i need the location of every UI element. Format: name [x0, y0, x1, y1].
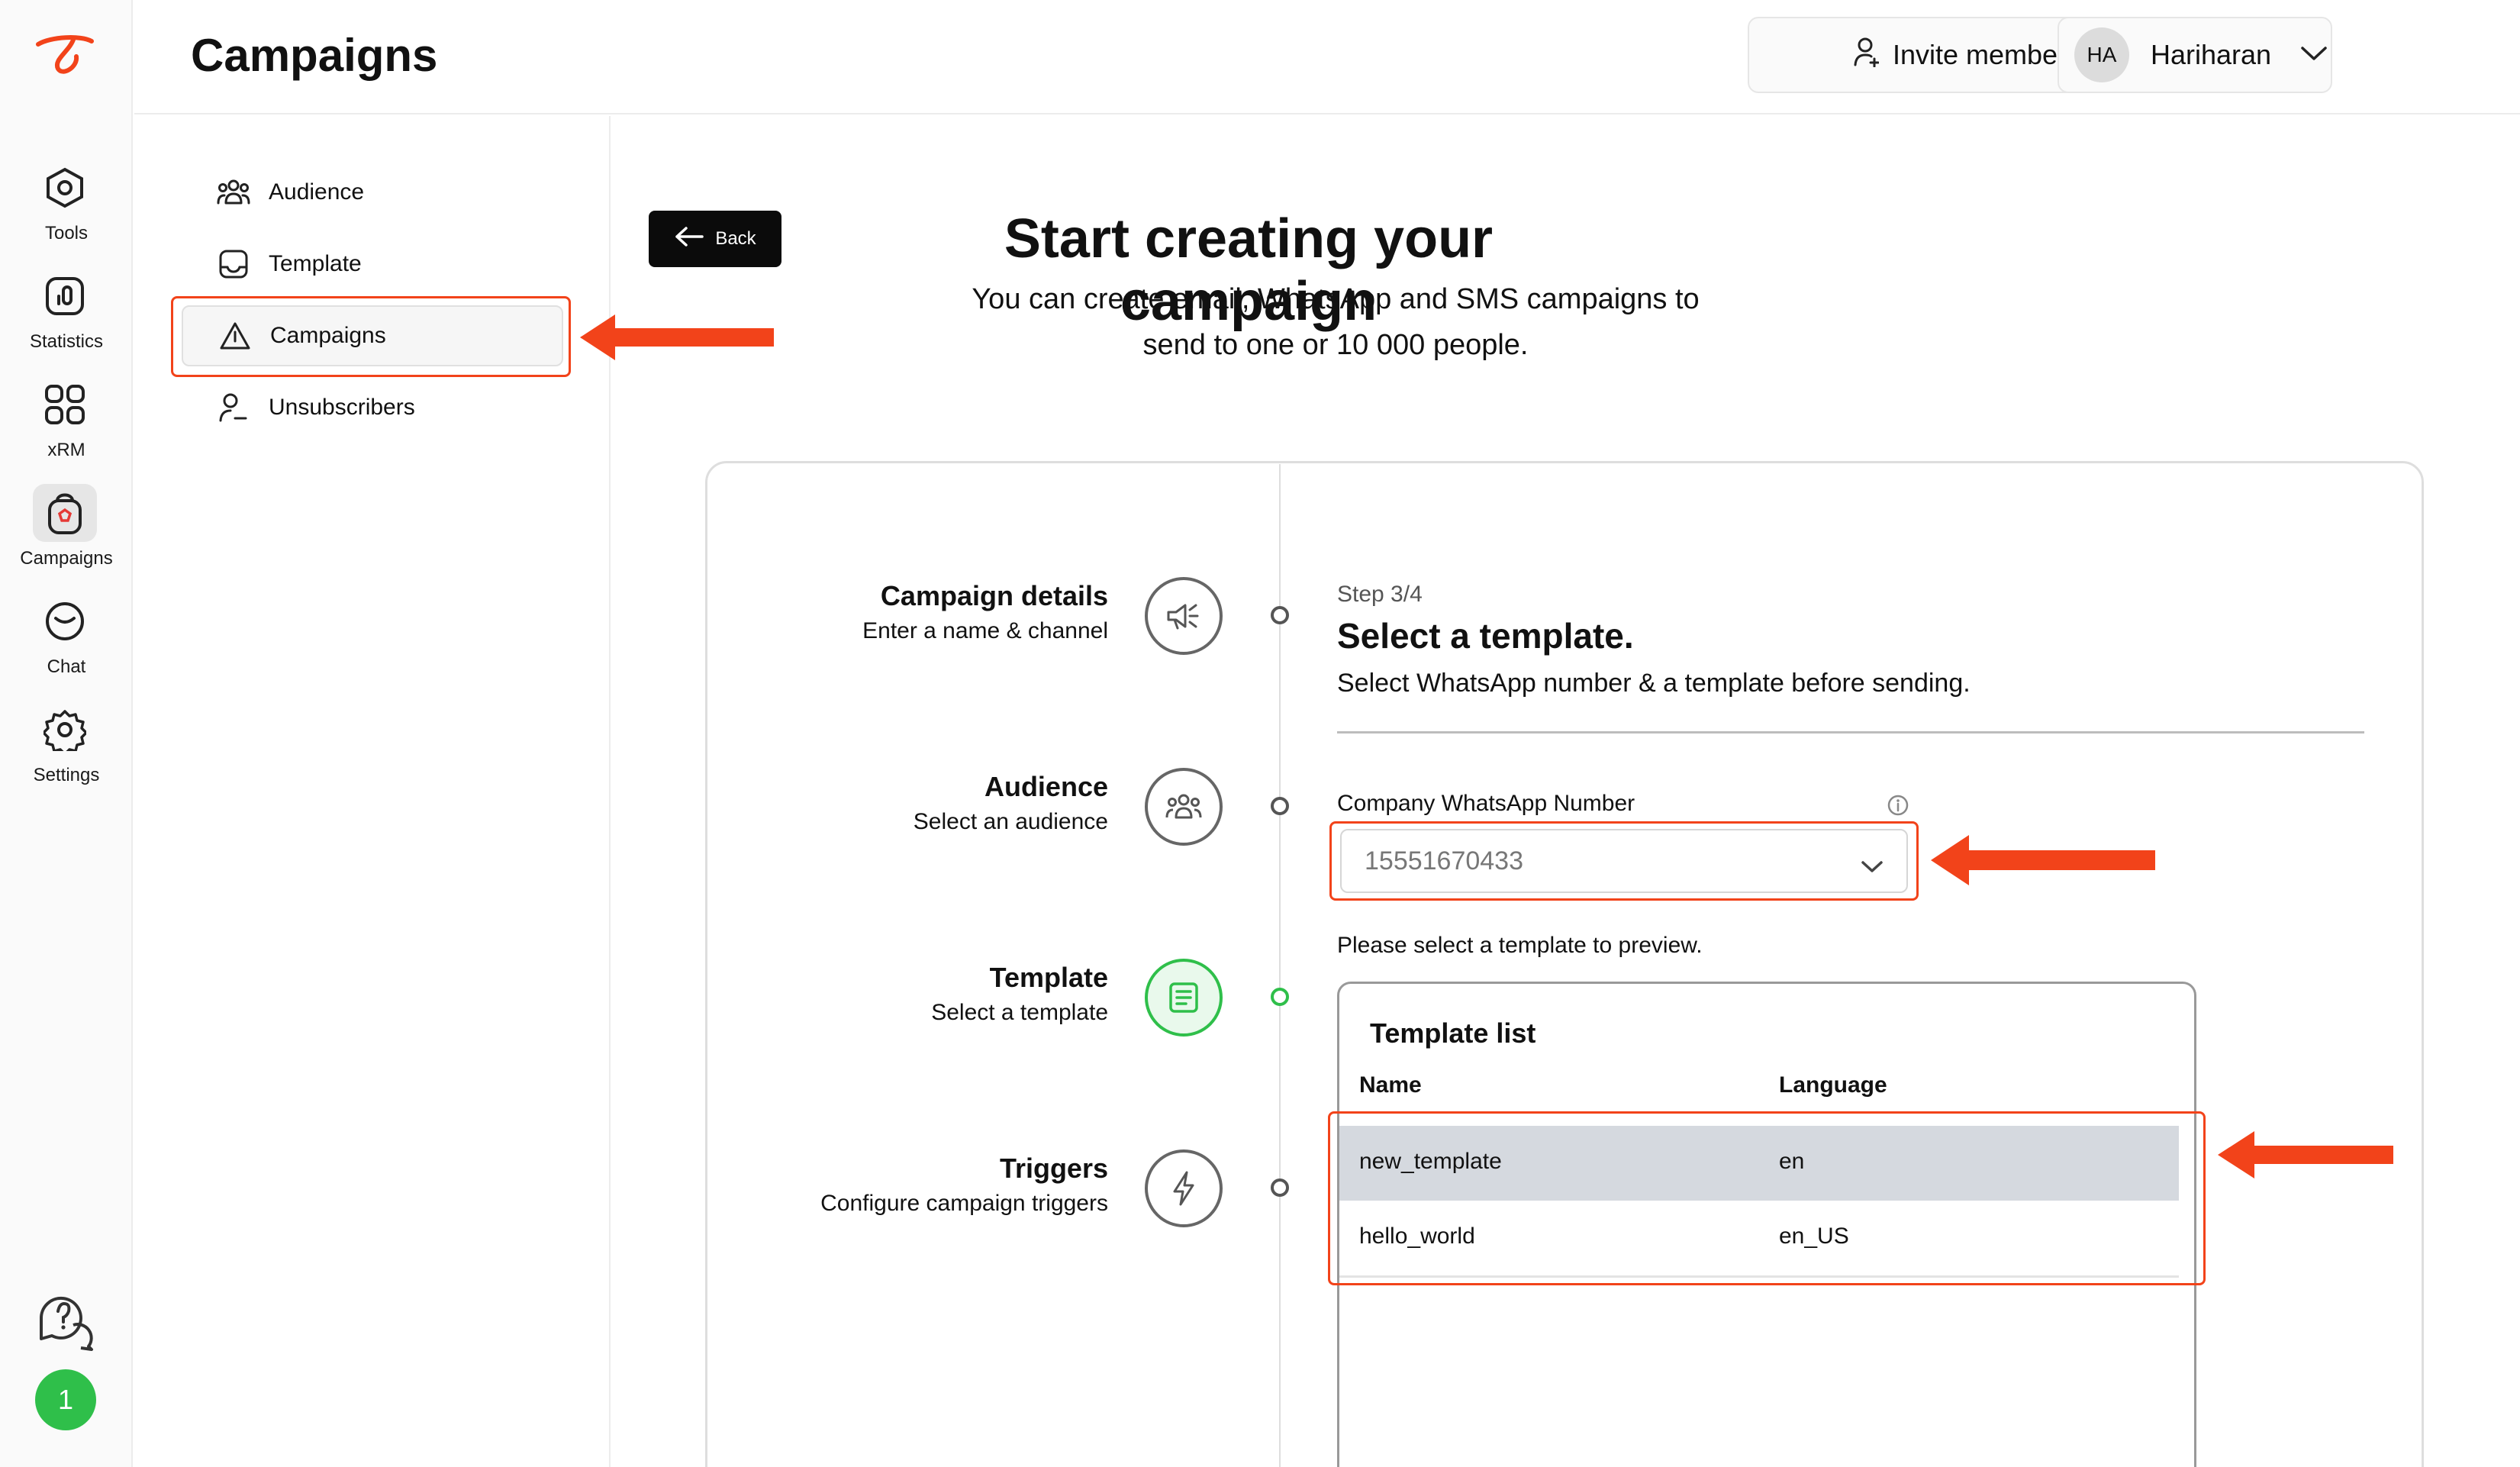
- form-title: Select a template.: [1337, 616, 1634, 656]
- invite-member-label: Invite member: [1892, 39, 2067, 70]
- step-campaign-details[interactable]: Campaign details Enter a name & channel: [862, 580, 1108, 644]
- rail-item-label: Settings: [33, 765, 100, 785]
- chart-icon: [33, 267, 97, 325]
- users-icon: [217, 176, 250, 209]
- step-template[interactable]: Template Select a template: [931, 962, 1108, 1026]
- inbox-icon: [217, 247, 250, 281]
- step-title: Campaign details: [880, 580, 1108, 611]
- step-description: Enter a name & channel: [862, 618, 1108, 643]
- annotation-highlight-number: [1329, 821, 1919, 901]
- subnav-item-label: Audience: [269, 179, 365, 205]
- rail-item-label: Campaigns: [20, 548, 113, 569]
- subnav-item-template[interactable]: Template: [217, 234, 598, 295]
- back-label: Back: [715, 228, 756, 249]
- hexagon-icon: [33, 159, 97, 217]
- preview-hint: Please select a template to preview.: [1337, 933, 1703, 958]
- annotation-highlight-campaigns: [171, 296, 571, 377]
- rail-item-tools[interactable]: Tools: [0, 148, 133, 247]
- subnav-item-audience[interactable]: Audience: [217, 162, 598, 223]
- hero-subtitle-line: You can create email, WhatsApp and SMS c…: [972, 283, 1700, 315]
- rail-item-chat[interactable]: Chat: [0, 582, 133, 681]
- whatsapp-number-label: Company WhatsApp Number: [1337, 791, 1635, 816]
- step-description: Select a template: [931, 1000, 1108, 1025]
- subnav-item-label: Unsubscribers: [269, 395, 415, 420]
- gear-icon: [33, 701, 97, 759]
- rail-item-label: Chat: [47, 656, 86, 677]
- notification-badge[interactable]: 1: [35, 1369, 96, 1430]
- rail-item-label: Tools: [44, 223, 89, 243]
- hero-subtitle-line: send to one or 10 000 people.: [1142, 329, 1529, 361]
- rail-item-settings[interactable]: Settings: [0, 690, 133, 789]
- annotation-highlight-templates: [1328, 1111, 2206, 1285]
- chevron-down-icon: [2300, 45, 2328, 66]
- form-divider: [1337, 731, 2364, 734]
- brand-logo[interactable]: [35, 34, 96, 76]
- annotation-arrow-icon: [1931, 835, 2155, 885]
- arrow-left-icon: [674, 226, 704, 253]
- back-button[interactable]: Back: [649, 211, 781, 267]
- megaphone-icon: [1145, 577, 1223, 655]
- step-triggers[interactable]: Triggers Configure campaign triggers: [820, 1153, 1108, 1217]
- subnav-item-unsubscribers[interactable]: Unsubscribers: [217, 377, 598, 438]
- form-subtitle: Select WhatsApp number & a template befo…: [1337, 669, 1971, 698]
- step-title: Triggers: [999, 1153, 1108, 1184]
- step-dot: [1271, 1178, 1289, 1197]
- column-header-name: Name: [1359, 1072, 1422, 1098]
- campaign-bag-icon: [33, 484, 97, 542]
- step-dot: [1271, 797, 1289, 815]
- help-icon[interactable]: [35, 1291, 96, 1353]
- main-rail: Tools Statistics xRM Campaigns Chat Sett…: [0, 0, 133, 1467]
- step-title: Audience: [984, 771, 1108, 802]
- template-list-title: Template list: [1370, 1017, 1536, 1049]
- user-menu-button[interactable]: HA Hariharan: [2058, 17, 2332, 93]
- info-icon[interactable]: [1887, 794, 1909, 821]
- lightning-icon: [1145, 1149, 1223, 1227]
- step-title: Template: [989, 962, 1108, 993]
- rail-item-campaigns[interactable]: Campaigns: [0, 473, 133, 572]
- grid-icon: [33, 376, 97, 434]
- hero-subtitle: You can create email, WhatsApp and SMS c…: [916, 276, 1755, 368]
- step-dot: [1271, 606, 1289, 624]
- avatar: HA: [2074, 27, 2129, 82]
- user-name: Hariharan: [2151, 39, 2272, 70]
- step-counter: Step 3/4: [1337, 582, 1423, 607]
- user-remove-icon: [217, 391, 250, 424]
- page-title: Campaigns: [191, 30, 438, 81]
- step-description: Select an audience: [913, 809, 1108, 834]
- rail-item-label: xRM: [47, 440, 85, 460]
- annotation-arrow-icon: [2218, 1131, 2393, 1178]
- users-icon: [1145, 768, 1223, 846]
- subnav-item-label: Template: [269, 251, 362, 276]
- rail-item-label: Statistics: [29, 331, 104, 352]
- chat-icon: [33, 592, 97, 650]
- user-add-icon: [1853, 37, 1880, 74]
- annotation-arrow-icon: [580, 314, 774, 360]
- column-header-language: Language: [1779, 1072, 1887, 1098]
- document-icon: [1145, 959, 1223, 1037]
- rail-item-statistics[interactable]: Statistics: [0, 256, 133, 356]
- step-description: Configure campaign triggers: [820, 1191, 1108, 1216]
- rail-item-xrm[interactable]: xRM: [0, 365, 133, 464]
- step-dot-active: [1271, 988, 1289, 1006]
- step-audience[interactable]: Audience Select an audience: [914, 771, 1108, 835]
